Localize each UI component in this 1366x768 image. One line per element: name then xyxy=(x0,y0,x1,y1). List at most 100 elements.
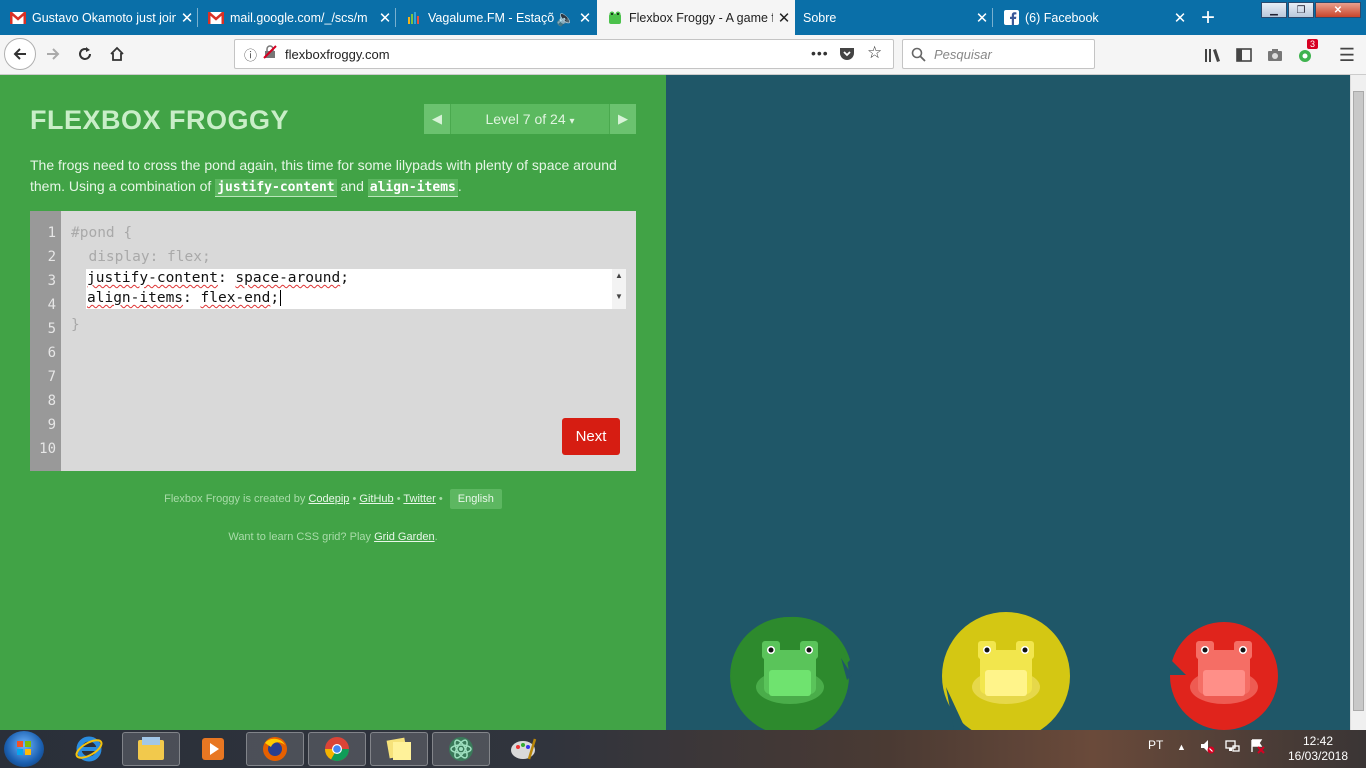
tab-label: (6) Facebook xyxy=(1025,10,1099,25)
text-cursor xyxy=(280,290,282,306)
pocket-icon[interactable] xyxy=(839,46,855,66)
level-navigation: ◀ Level 7 of 24 ▾ ▶ xyxy=(424,104,636,134)
red-frog xyxy=(1190,641,1258,704)
terminator: ; xyxy=(270,290,280,306)
css-code-input[interactable]: justify-content: space-around; align-ite… xyxy=(86,269,626,309)
library-icon[interactable] xyxy=(1203,45,1223,65)
property-name: justify-content xyxy=(87,270,218,286)
vagalume-icon xyxy=(406,10,422,26)
tab-flexbox-froggy[interactable]: Flexbox Froggy - A game f ✕ xyxy=(597,0,795,35)
credits-text: Flexbox Froggy is created by xyxy=(164,493,309,505)
back-button[interactable] xyxy=(4,38,36,70)
close-icon[interactable]: ✕ xyxy=(1169,9,1191,27)
tab-gmail-2[interactable]: mail.google.com/_/scs/m ✕ xyxy=(198,0,396,35)
gmail-icon xyxy=(10,10,26,26)
tab-label: Vagalume.FM - Estaçõ xyxy=(428,10,555,25)
sidebar-icon[interactable] xyxy=(1234,45,1254,65)
line-number: 2 xyxy=(47,249,56,265)
green-frog xyxy=(756,641,824,704)
codepip-link[interactable]: Codepip xyxy=(308,493,349,505)
internet-explorer-icon[interactable] xyxy=(60,732,118,766)
close-icon[interactable]: ✕ xyxy=(574,9,596,27)
grid-garden-promo: Want to learn CSS grid? Play Grid Garden… xyxy=(0,531,666,543)
firefox-icon[interactable] xyxy=(246,732,304,766)
grid-garden-link[interactable]: Grid Garden xyxy=(374,531,435,543)
textarea-scrollbar[interactable]: ▲ ▼ xyxy=(612,269,626,309)
code-align-items: align-items xyxy=(367,179,458,197)
previous-level-button[interactable]: ◀ xyxy=(424,104,450,134)
property-value: flex-end xyxy=(200,290,271,306)
new-tab-button[interactable]: + xyxy=(1193,0,1223,35)
line-number: 5 xyxy=(47,321,56,337)
search-input[interactable]: Pesquisar xyxy=(902,39,1095,69)
tab-label: Flexbox Froggy - A game f xyxy=(629,10,773,25)
clock-time: 12:42 xyxy=(1302,734,1334,748)
line-number: 3 xyxy=(47,273,56,289)
url-bar[interactable]: ⓘ flexboxfroggy.com ••• ☆ xyxy=(234,39,894,69)
close-icon[interactable]: ✕ xyxy=(773,9,795,27)
reload-button[interactable] xyxy=(70,39,100,69)
caret-down-icon: ▾ xyxy=(569,116,575,127)
close-window-button[interactable]: ✕ xyxy=(1315,2,1361,18)
github-link[interactable]: GitHub xyxy=(359,493,393,505)
paint-icon[interactable] xyxy=(494,732,552,766)
twitter-link[interactable]: Twitter xyxy=(403,493,435,505)
windows-taskbar: PT ▲ 12:42 16/03/2018 xyxy=(0,730,1366,768)
action-center-icon[interactable] xyxy=(1249,738,1265,757)
language-indicator[interactable]: PT xyxy=(1148,738,1163,752)
tab-label: Sobre xyxy=(803,10,837,25)
media-player-icon[interactable] xyxy=(184,732,242,766)
property-name: align-items xyxy=(87,290,184,306)
close-icon[interactable]: ✕ xyxy=(374,9,396,27)
tab-sobre[interactable]: Sobre ✕ xyxy=(795,0,993,35)
tab-facebook[interactable]: (6) Facebook ✕ xyxy=(993,0,1191,35)
close-icon[interactable]: ✕ xyxy=(971,9,993,27)
page-actions-icon[interactable]: ••• xyxy=(811,45,829,61)
url-text: flexboxfroggy.com xyxy=(285,46,390,62)
page-title: FLEXBOX FROGGY xyxy=(30,105,290,135)
info-icon[interactable]: ⓘ xyxy=(244,45,257,64)
pond-board xyxy=(666,75,1350,730)
extension-icon[interactable]: 3 xyxy=(1296,39,1319,65)
code-line-close: } xyxy=(71,317,80,333)
next-level-button[interactable]: ▶ xyxy=(610,104,636,134)
minimize-button[interactable]: ▁ xyxy=(1261,2,1287,18)
windows-logo-icon xyxy=(17,741,31,755)
scrollbar-thumb[interactable] xyxy=(1353,91,1364,711)
arrow-left-icon xyxy=(13,48,26,60)
home-button[interactable] xyxy=(102,39,132,69)
network-icon[interactable] xyxy=(1224,738,1240,757)
level-selector[interactable]: Level 7 of 24 ▾ xyxy=(450,104,610,134)
close-icon[interactable]: ✕ xyxy=(176,9,198,27)
reload-icon xyxy=(79,47,91,60)
system-clock[interactable]: 12:42 16/03/2018 xyxy=(1278,734,1358,764)
sticky-notes-icon[interactable] xyxy=(370,732,428,766)
language-selector[interactable]: English xyxy=(449,489,502,509)
tab-vagalume[interactable]: Vagalume.FM - Estaçõ 🔈 ✕ xyxy=(396,0,596,35)
home-icon xyxy=(110,46,124,61)
screenshot-icon[interactable] xyxy=(1265,45,1285,65)
volume-muted-icon[interactable] xyxy=(1199,738,1215,757)
line-number: 7 xyxy=(47,369,56,385)
forward-button[interactable] xyxy=(38,39,68,69)
file-explorer-icon[interactable] xyxy=(122,732,180,766)
line-number: 8 xyxy=(47,393,56,409)
clock-date: 16/03/2018 xyxy=(1287,749,1349,763)
line-number: 9 xyxy=(47,417,56,433)
start-button[interactable] xyxy=(4,731,44,767)
separator: : xyxy=(183,290,201,306)
maximize-button[interactable]: ❐ xyxy=(1288,2,1314,18)
show-hidden-icons-button[interactable]: ▲ xyxy=(1177,742,1186,752)
menu-icon[interactable]: ☰ xyxy=(1337,45,1357,65)
next-button[interactable]: Next xyxy=(562,418,620,455)
insecure-connection-icon[interactable] xyxy=(263,44,277,64)
tab-bar: Gustavo Okamoto just join ✕ mail.google.… xyxy=(0,0,1366,35)
page-scrollbar[interactable] xyxy=(1350,75,1366,730)
chrome-icon[interactable] xyxy=(308,732,366,766)
line-number: 1 xyxy=(47,225,56,241)
yellow-frog xyxy=(972,641,1040,704)
bookmark-star-icon[interactable]: ☆ xyxy=(867,43,882,63)
tab-gmail-1[interactable]: Gustavo Okamoto just join ✕ xyxy=(0,0,198,35)
speaker-icon[interactable]: 🔈 xyxy=(556,9,575,27)
atom-icon[interactable] xyxy=(432,732,490,766)
